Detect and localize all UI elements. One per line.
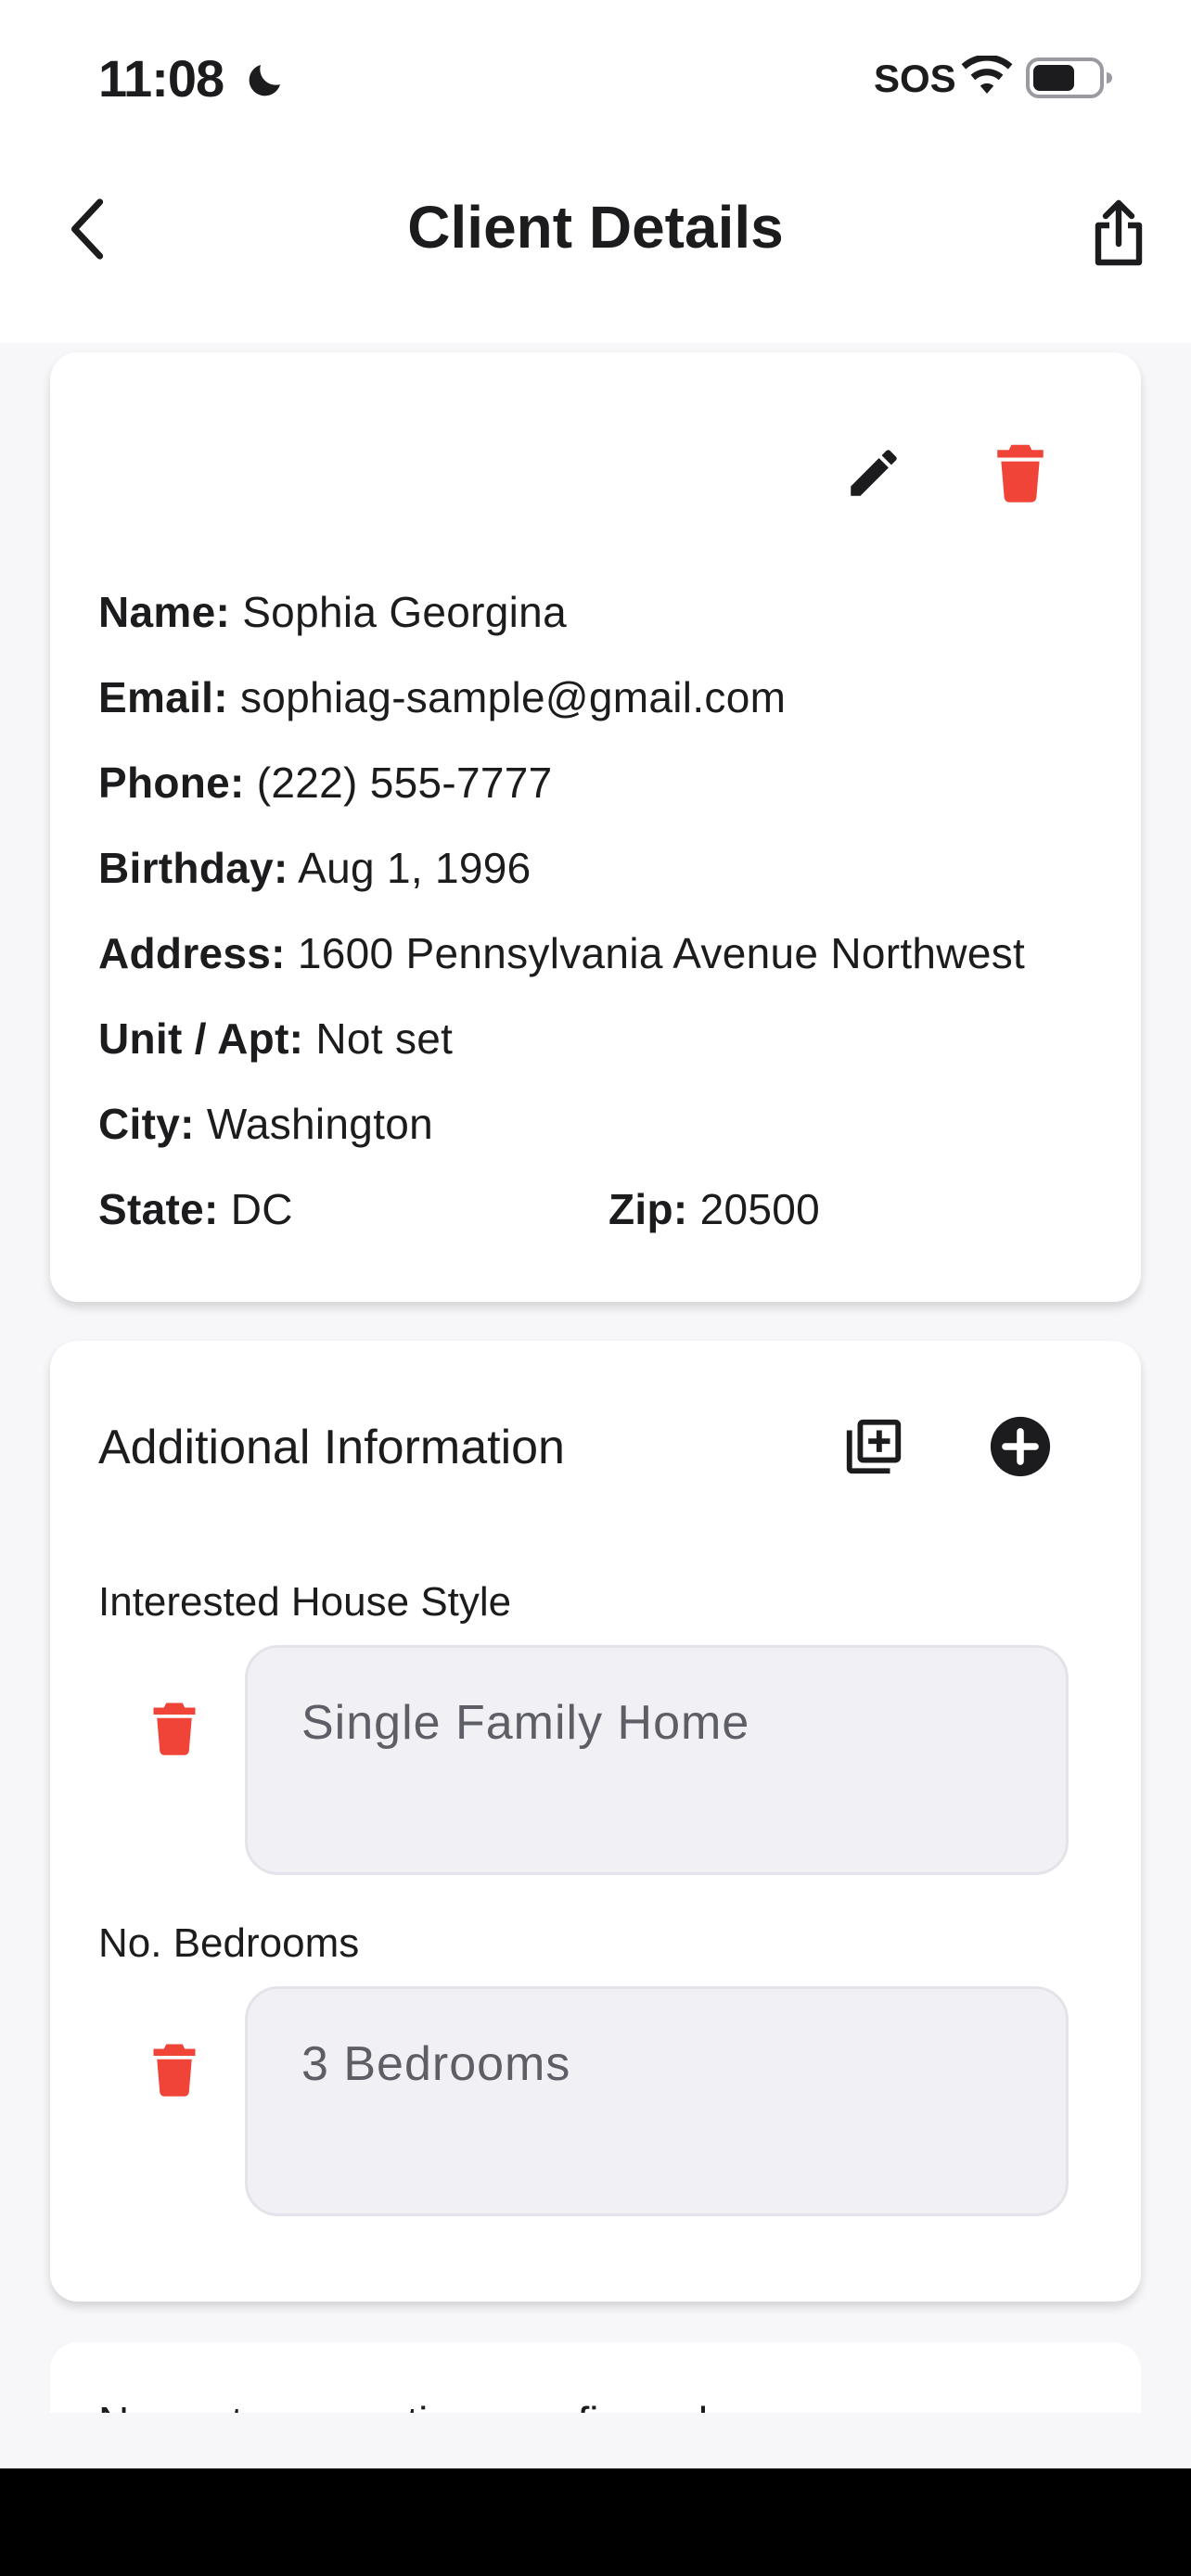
client-details-card: Name: Sophia Georgina Email: sophiag-sam…	[50, 352, 1141, 1302]
nav-bar: Client Details	[0, 158, 1191, 343]
detail-label: Name:	[98, 588, 231, 636]
status-bar: 11:08 SOS	[0, 0, 1191, 158]
detail-value: Aug 1, 1996	[298, 844, 531, 892]
bedrooms-field[interactable]: 3 Bedrooms	[245, 1986, 1069, 2216]
wifi-icon	[961, 56, 1013, 94]
detail-email: Email: sophiag-sample@gmail.com	[98, 670, 786, 725]
status-time: 11:08	[98, 49, 224, 108]
battery-icon	[1026, 57, 1112, 98]
additional-info-card: Additional Information Interested House …	[50, 1341, 1141, 2302]
field-label: Interested House Style	[98, 1579, 512, 1625]
detail-state: State: DC	[98, 1181, 293, 1237]
detail-address: Address: 1600 Pennsylvania Avenue Northw…	[98, 925, 1025, 981]
detail-birthday: Birthday: Aug 1, 1996	[98, 840, 531, 896]
section-title: Additional Information	[98, 1421, 565, 1474]
detail-value: Sophia Georgina	[242, 588, 567, 636]
pencil-icon	[851, 450, 897, 496]
detail-value: sophiag-sample@gmail.com	[239, 673, 787, 721]
field-label: No. Bedrooms	[98, 1920, 360, 1966]
detail-value: Not set	[315, 1014, 454, 1063]
detail-city: City: Washington	[98, 1096, 433, 1152]
add-field-button[interactable]	[974, 1400, 1067, 1493]
detail-phone: Phone: (222) 555-7777	[98, 755, 553, 810]
detail-label: Email:	[98, 673, 228, 721]
detail-value: DC	[230, 1185, 293, 1233]
add-box-multiple-icon	[846, 1419, 902, 1474]
detail-value: 1600 Pennsylvania Avenue Northwest	[297, 929, 1026, 977]
trash-icon	[997, 444, 1044, 503]
detail-label: Zip:	[608, 1185, 688, 1233]
scroll-clip	[0, 2413, 1191, 2468]
detail-zip: Zip: 20500	[608, 1181, 820, 1237]
detail-value: Washington	[206, 1100, 434, 1148]
delete-field-button[interactable]	[128, 2023, 221, 2116]
detail-label: State:	[98, 1185, 219, 1233]
detail-label: Unit / Apt:	[98, 1014, 304, 1063]
detail-unit: Unit / Apt: Not set	[98, 1011, 453, 1066]
home-indicator-bar	[0, 2468, 1191, 2576]
status-sos: SOS	[874, 57, 956, 100]
detail-label: City:	[98, 1100, 195, 1148]
share-icon	[1095, 199, 1143, 266]
moon-icon	[249, 65, 280, 96]
detail-label: Address:	[98, 929, 286, 977]
house-style-field[interactable]: Single Family Home	[245, 1645, 1069, 1875]
detail-label: Phone:	[98, 759, 245, 807]
delete-field-button[interactable]	[128, 1682, 221, 1775]
edit-client-button[interactable]	[827, 427, 920, 519]
trash-icon	[153, 1702, 196, 1755]
add-from-template-button[interactable]	[827, 1400, 920, 1493]
share-button[interactable]	[1082, 191, 1156, 274]
trash-icon	[153, 2044, 196, 2097]
page-title: Client Details	[407, 194, 784, 261]
detail-name: Name: Sophia Georgina	[98, 584, 567, 640]
delete-client-button[interactable]	[974, 427, 1067, 519]
detail-label: Birthday:	[98, 844, 288, 892]
detail-value: (222) 555-7777	[256, 759, 553, 807]
detail-value: 20500	[699, 1185, 821, 1233]
plus-circle-icon	[990, 1416, 1051, 1477]
